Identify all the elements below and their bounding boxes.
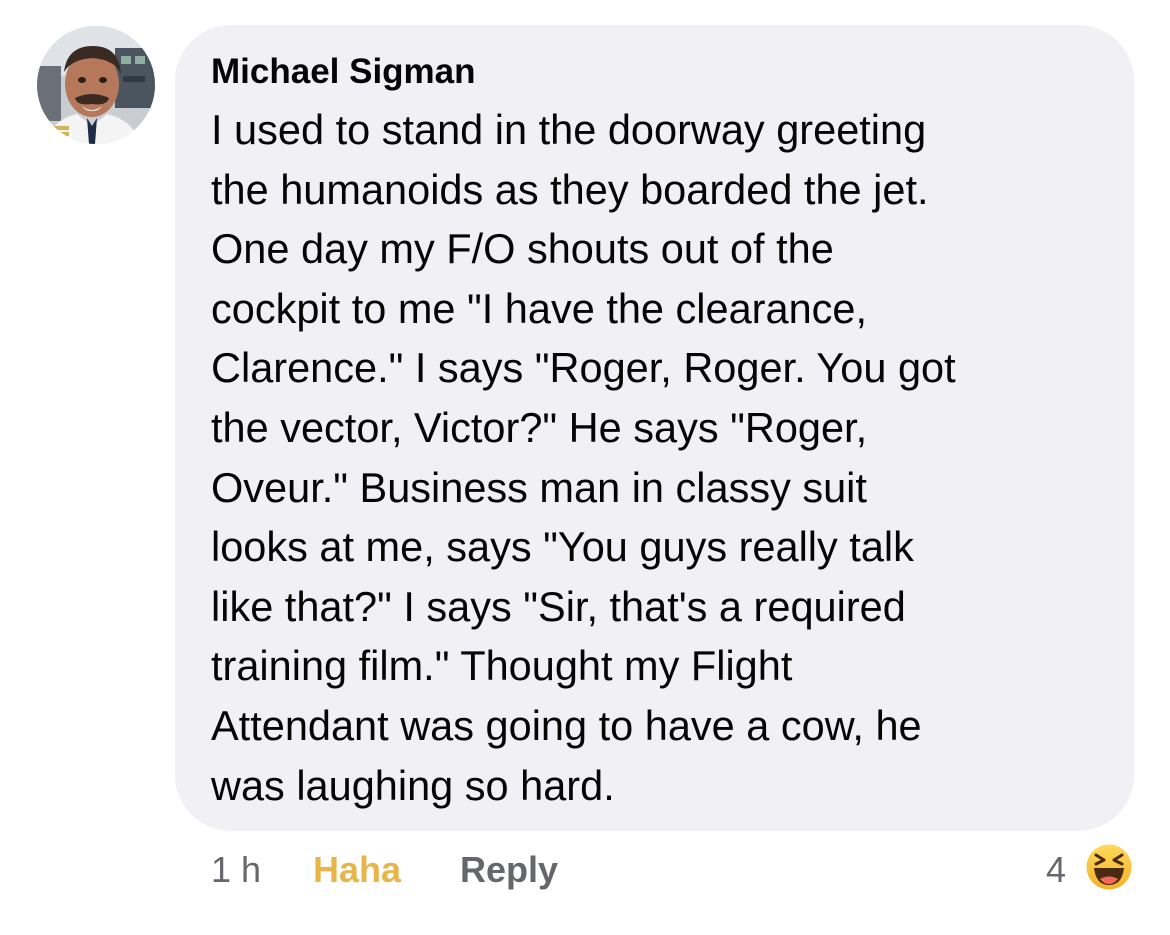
haha-emoji-icon[interactable]: [1083, 841, 1135, 893]
comment-author[interactable]: Michael Sigman: [211, 51, 476, 93]
avatar[interactable]: [37, 26, 155, 144]
reaction-count[interactable]: 4: [1046, 848, 1066, 892]
comment-text: I used to stand in the doorway greeting t…: [211, 100, 1116, 815]
comment-text-line: training film." Thought my Flight: [211, 642, 793, 690]
comment-text-line: One day my F/O shouts out of the: [211, 225, 834, 273]
comment-text-line: the vector, Victor?" He says "Roger,: [211, 403, 868, 451]
comment-text-line: Clarence." I says "Roger, Roger. You got: [211, 344, 956, 392]
comment-text-line: looks at me, says "You guys really talk: [211, 523, 914, 571]
haha-reaction-button[interactable]: Haha: [313, 848, 401, 892]
comment-text-line: I used to stand in the doorway greeting: [211, 106, 927, 153]
comment-text-line: Attendant was going to have a cow, he: [211, 701, 922, 749]
comment-text-line: Oveur." Business man in classy suit: [211, 463, 867, 511]
comment-text-line: cockpit to me "I have the clearance,: [211, 284, 868, 332]
comment-text-line: was laughing so hard.: [211, 761, 615, 809]
comment-timestamp[interactable]: 1 h: [211, 848, 261, 892]
comment-text-line: like that?" I says "Sir, that's a requir…: [211, 582, 906, 630]
profile-photo: [37, 26, 155, 144]
comment-text-line: the humanoids as they boarded the jet.: [211, 165, 929, 213]
reply-button[interactable]: Reply: [460, 848, 558, 892]
